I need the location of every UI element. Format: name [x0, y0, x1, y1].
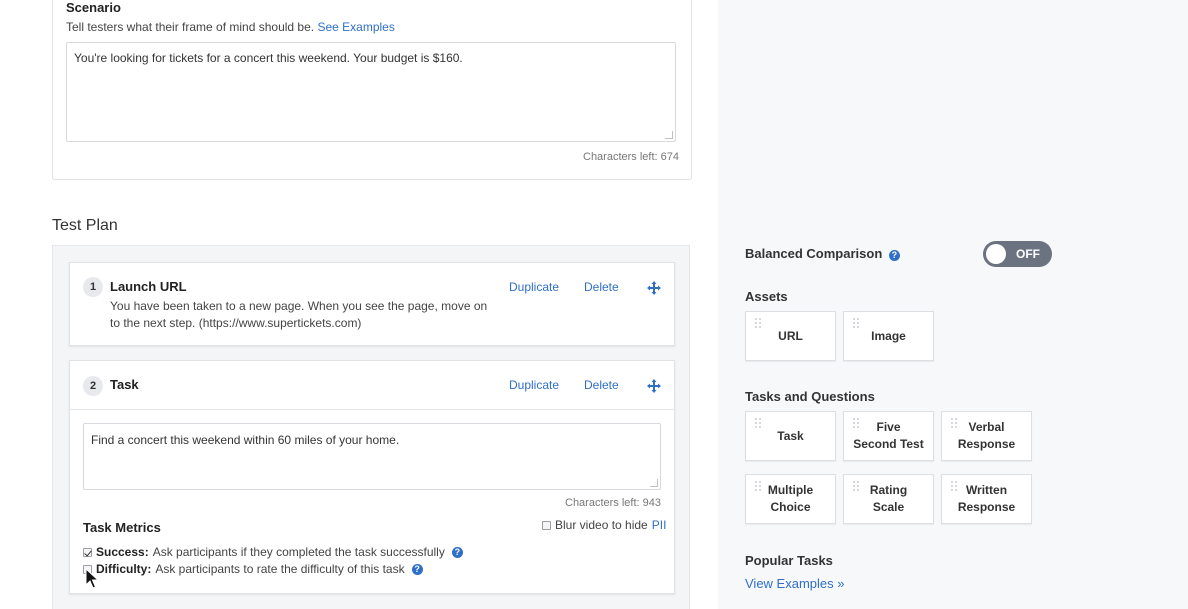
- tasks-questions-title: Tasks and Questions: [745, 389, 875, 404]
- tile-label: Multiple: [767, 483, 814, 497]
- step-title: Task: [110, 377, 139, 392]
- task-text: Find a concert this weekend within 60 mi…: [91, 433, 400, 447]
- blur-video-label: Blur video to hide: [555, 518, 648, 532]
- difficulty-metric: Difficulty: Ask participants to rate the…: [83, 562, 423, 576]
- view-examples-link[interactable]: View Examples »: [745, 576, 844, 591]
- popular-tasks-title: Popular Tasks: [745, 553, 833, 568]
- scenario-help-text: Tell testers what their frame of mind sh…: [66, 20, 315, 34]
- scenario-card: Scenario Tell testers what their frame o…: [52, 0, 692, 180]
- delete-button[interactable]: Delete: [584, 280, 619, 294]
- scenario-text: You're looking for tickets for a concert…: [74, 51, 463, 65]
- asset-tile-url[interactable]: URL: [745, 311, 836, 361]
- step-task: 2 Task Duplicate Delete Find a concert t…: [69, 360, 675, 594]
- scenario-textarea[interactable]: You're looking for tickets for a concert…: [66, 42, 676, 142]
- duplicate-button[interactable]: Duplicate: [509, 378, 559, 392]
- tile-label: Scale: [872, 500, 905, 514]
- success-text: Ask participants if they completed the t…: [152, 545, 445, 559]
- resize-handle[interactable]: [665, 131, 673, 139]
- test-plan-title: Test Plan: [52, 217, 118, 234]
- pii-link[interactable]: PII: [652, 518, 667, 532]
- tile-label: Choice: [770, 500, 811, 514]
- step-number: 1: [83, 277, 103, 297]
- drag-handle-icon[interactable]: [755, 318, 762, 328]
- step-launch-url: 1 Launch URL You have been taken to a ne…: [69, 262, 675, 346]
- step-description: You have been taken to a new page. When …: [110, 299, 488, 330]
- sidebar-panel: Balanced Comparison ? OFF Assets URL Ima…: [718, 0, 1188, 609]
- help-icon[interactable]: ?: [888, 250, 900, 261]
- test-plan-container: 1 Launch URL You have been taken to a ne…: [52, 245, 690, 609]
- balanced-comparison-toggle[interactable]: OFF: [983, 241, 1052, 267]
- difficulty-text: Ask participants to rate the difficulty …: [155, 562, 405, 576]
- tile-multiple-choice[interactable]: Multiple Choice: [745, 474, 836, 524]
- help-icon[interactable]: ?: [451, 546, 463, 558]
- scenario-help: Tell testers what their frame of mind sh…: [66, 20, 395, 34]
- tile-label: Task: [777, 429, 804, 443]
- step-number: 2: [83, 376, 103, 396]
- tile-label: Verbal: [968, 420, 1005, 434]
- step-title: Launch URL: [110, 279, 187, 294]
- tile-label: Response: [957, 500, 1016, 514]
- divider: [70, 409, 674, 410]
- tile-five-second-test[interactable]: Five Second Test: [843, 411, 934, 461]
- scenario-title: Scenario: [66, 0, 121, 15]
- drag-handle-icon[interactable]: [755, 418, 762, 428]
- tile-label: Image: [871, 329, 906, 343]
- balanced-comparison: Balanced Comparison ?: [745, 246, 900, 261]
- resize-handle[interactable]: [650, 479, 658, 487]
- success-checkbox[interactable]: [83, 547, 92, 557]
- task-chars-left: Characters left: 943: [565, 497, 661, 509]
- success-metric: Success: Ask participants if they comple…: [83, 545, 463, 559]
- see-examples-link[interactable]: See Examples: [317, 20, 394, 34]
- task-metrics-title: Task Metrics: [83, 520, 161, 535]
- move-icon[interactable]: [647, 281, 661, 295]
- tile-label: Second Test: [853, 437, 924, 451]
- toggle-knob: [986, 244, 1006, 264]
- move-icon[interactable]: [647, 379, 661, 393]
- help-icon[interactable]: ?: [411, 563, 423, 575]
- main-editor: Scenario Tell testers what their frame o…: [0, 0, 718, 609]
- assets-title: Assets: [745, 289, 788, 304]
- scenario-chars-left: Characters left: 674: [583, 151, 679, 163]
- tile-label: Five: [876, 420, 901, 434]
- tile-label: Written: [965, 483, 1008, 497]
- delete-button[interactable]: Delete: [584, 378, 619, 392]
- blur-video-checkbox[interactable]: [542, 520, 551, 530]
- mouse-cursor-icon: [85, 568, 99, 589]
- tile-label: URL: [778, 329, 803, 343]
- tile-label: Response: [957, 437, 1016, 451]
- tile-label: Rating: [869, 483, 908, 497]
- drag-handle-icon[interactable]: [853, 318, 860, 328]
- asset-tile-image[interactable]: Image: [843, 311, 934, 361]
- balanced-comparison-label: Balanced Comparison: [745, 246, 883, 261]
- duplicate-button[interactable]: Duplicate: [509, 280, 559, 294]
- tile-verbal-response[interactable]: Verbal Response: [941, 411, 1032, 461]
- tile-task[interactable]: Task: [745, 411, 836, 461]
- blur-video-option: Blur video to hide PII: [542, 518, 666, 532]
- tile-rating-scale[interactable]: Rating Scale: [843, 474, 934, 524]
- toggle-state: OFF: [1016, 247, 1040, 261]
- task-textarea[interactable]: Find a concert this weekend within 60 mi…: [83, 423, 661, 490]
- difficulty-label: Difficulty:: [96, 562, 152, 576]
- tile-written-response[interactable]: Written Response: [941, 474, 1032, 524]
- success-label: Success:: [96, 545, 149, 559]
